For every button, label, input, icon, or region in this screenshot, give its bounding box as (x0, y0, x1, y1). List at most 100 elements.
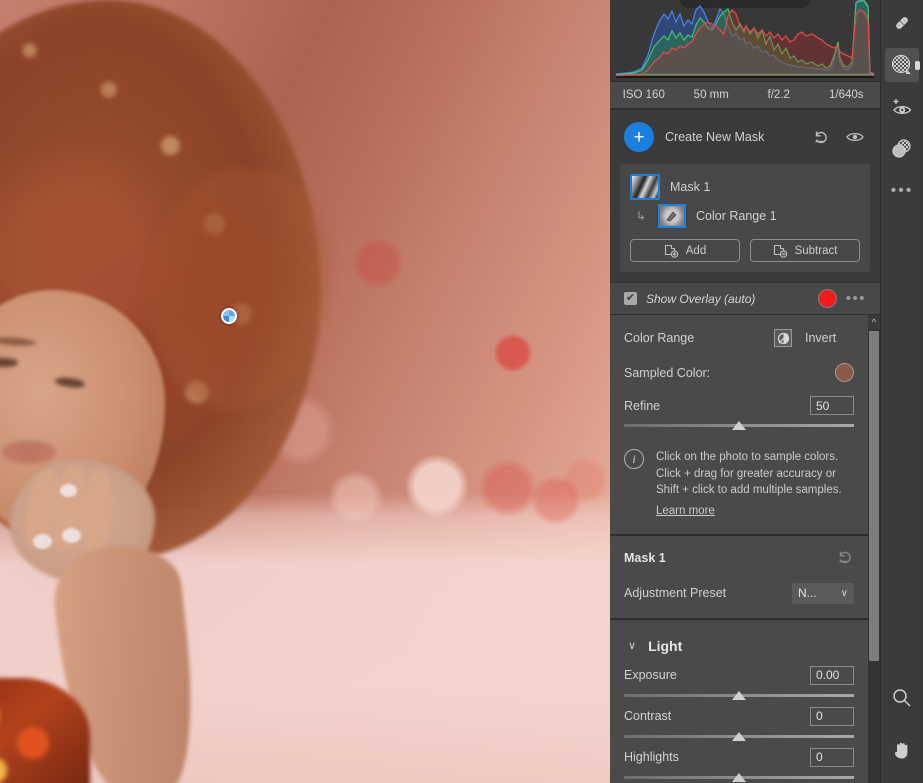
overlay-options-icon[interactable]: ••• (846, 291, 866, 306)
mask-thumbnail-icon[interactable] (630, 174, 660, 200)
spot-removal-icon (892, 139, 911, 158)
photo-nail (33, 534, 52, 549)
contrast-slider[interactable] (624, 731, 854, 744)
invert-icon (777, 332, 789, 344)
create-new-mask-button[interactable]: + (624, 122, 654, 152)
exposure-slider[interactable] (624, 690, 854, 703)
create-mask-header: + Create New Mask (610, 110, 880, 158)
mask-settings-title-row: Mask 1 (624, 550, 854, 567)
mask-settings-title: Mask 1 (624, 551, 666, 566)
reset-icon[interactable] (811, 126, 833, 148)
healing-brush-tool[interactable] (885, 6, 919, 40)
mask-item-label: Color Range 1 (696, 209, 777, 223)
light-title: Light (648, 637, 683, 654)
metadata-iso: ISO 160 (622, 89, 665, 101)
panel-scroll-content: Color Range Invert Sampled Color: Refine… (610, 315, 868, 783)
exposure-slider-thumb[interactable] (732, 690, 746, 700)
info-line-2: Click + drag for greater accuracy or (656, 467, 836, 480)
color-range-info: i Click on the photo to sample colors. C… (624, 449, 854, 520)
panel-scrollbar[interactable]: ^ (868, 315, 880, 783)
add-icon (664, 244, 679, 258)
exposure-row: Exposure 0.00 (624, 665, 854, 685)
color-sample-point[interactable] (221, 308, 237, 324)
show-overlay-checkbox[interactable]: ✔ (624, 292, 637, 305)
red-eye-tool[interactable] (885, 90, 919, 124)
masking-icon (891, 54, 911, 74)
highlights-value-input[interactable]: 0 (810, 747, 854, 767)
masking-tool[interactable] (885, 48, 919, 82)
right-panel: ISO 160 50 mm f/2.2 1/640s + Create New … (610, 0, 880, 783)
photo-nail (62, 528, 81, 543)
spot-removal-tool[interactable] (885, 132, 919, 166)
tool-sidebar: ••• (880, 0, 923, 783)
reset-icon[interactable] (838, 550, 854, 567)
histogram[interactable] (610, 0, 880, 82)
refine-slider[interactable] (624, 421, 854, 433)
hand-tool[interactable] (885, 733, 919, 767)
metadata-focal: 50 mm (693, 89, 729, 101)
refine-row: Refine 50 (624, 396, 854, 415)
info-text: Click on the photo to sample colors. Cli… (656, 449, 842, 520)
masking-tool-wrap (885, 48, 919, 90)
contrast-slider-thumb[interactable] (732, 731, 746, 741)
toolbar-bottom-group (881, 681, 923, 775)
mask-item-label: Mask 1 (670, 180, 711, 194)
eye-icon[interactable] (844, 126, 866, 148)
mask-list-item-mask1[interactable]: Mask 1 (628, 172, 862, 202)
add-button-label: Add (685, 244, 707, 257)
contrast-value-input[interactable]: 0 (810, 706, 854, 726)
more-tools-icon[interactable]: ••• (885, 174, 919, 208)
photo-metadata-bar: ISO 160 50 mm f/2.2 1/640s (610, 82, 880, 110)
light-header[interactable]: ∨ Light (624, 634, 854, 662)
photo-lips (2, 440, 56, 464)
add-button[interactable]: Add (630, 239, 740, 262)
metadata-shutter: 1/640s (828, 89, 864, 101)
color-range-title: Color Range (624, 331, 695, 345)
magnifier-icon (893, 689, 911, 707)
exposure-value-input[interactable]: 0.00 (810, 665, 854, 685)
plus-icon: + (633, 126, 645, 148)
chevron-down-icon: ∨ (628, 640, 637, 653)
color-range-thumbnail-icon[interactable] (658, 204, 686, 228)
overlay-color-swatch[interactable] (817, 289, 837, 308)
zoom-tool[interactable] (885, 681, 919, 715)
color-range-title-row: Color Range Invert (624, 329, 854, 347)
invert-label: Invert (805, 331, 837, 345)
panel-scroll-area: Color Range Invert Sampled Color: Refine… (610, 315, 880, 783)
refine-value-input[interactable]: 50 (810, 396, 854, 415)
create-mask-label: Create New Mask (665, 130, 765, 144)
sampled-color-row: Sampled Color: (624, 363, 854, 382)
highlights-slider[interactable] (624, 772, 854, 783)
chevron-down-icon: ∨ (840, 587, 848, 599)
adjustment-preset-dropdown[interactable]: N... ∨ (792, 582, 854, 604)
photo-canvas[interactable] (0, 0, 610, 783)
photo-nail (60, 484, 77, 497)
mask-list-item-colorrange1[interactable]: ↳ Color Range 1 (628, 202, 862, 230)
scroll-up-icon[interactable]: ^ (868, 315, 880, 329)
adjustment-preset-value: N... (798, 586, 817, 601)
hand-icon (895, 742, 908, 759)
refine-label: Refine (624, 398, 661, 413)
photo-image (0, 0, 610, 783)
panel-scrollbar-thumb[interactable] (869, 331, 879, 661)
sampled-color-swatch[interactable] (835, 363, 854, 382)
subtract-icon (773, 244, 787, 258)
info-line-3: Shift + click to add multiple samples. (656, 484, 842, 497)
contrast-row: Contrast 0 (624, 706, 854, 726)
show-overlay-bar: ✔ Show Overlay (auto) ••• (610, 282, 880, 315)
red-eye-icon (893, 99, 912, 115)
exposure-label: Exposure (624, 668, 677, 683)
refine-slider-thumb[interactable] (732, 421, 746, 430)
learn-more-link[interactable]: Learn more (656, 503, 715, 520)
mask-settings-section: Mask 1 Adjustment Preset N... ∨ (610, 535, 868, 620)
light-section: ∨ Light Exposure 0.00 Contrast 0 Highlig… (610, 619, 868, 783)
highlights-row: Highlights 0 (624, 747, 854, 767)
mask-action-buttons: Add Subtract (628, 239, 862, 262)
subtract-button[interactable]: Subtract (750, 239, 860, 262)
highlights-slider-thumb[interactable] (732, 772, 746, 782)
invert-checkbox[interactable] (774, 329, 792, 347)
healing-brush-icon (896, 17, 908, 29)
highlights-label: Highlights (624, 750, 679, 765)
app-root: ISO 160 50 mm f/2.2 1/640s + Create New … (0, 0, 923, 783)
submask-arrow-icon: ↳ (636, 209, 647, 223)
